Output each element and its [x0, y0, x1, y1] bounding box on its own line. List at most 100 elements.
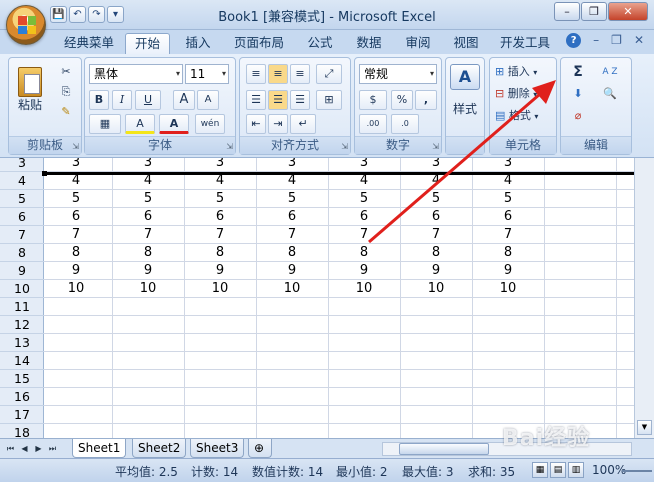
align-left-icon[interactable]: ☰ [246, 90, 266, 110]
shrink-font-button[interactable]: A [197, 90, 219, 110]
increase-decimal-button[interactable]: .00 [359, 114, 387, 134]
row-header[interactable]: 11 [0, 298, 44, 316]
fill-icon[interactable]: ⬇ [565, 84, 591, 104]
tab-view[interactable]: 视图 [446, 33, 486, 54]
find-select-icon[interactable]: 🔍 [595, 84, 625, 104]
table-cell[interactable]: 3 [40, 158, 112, 172]
sort-filter-icon[interactable]: A Z [595, 62, 625, 82]
tab-data[interactable]: 数据 [349, 33, 389, 54]
table-cell[interactable]: 7 [328, 226, 400, 244]
help-icon[interactable]: ? [566, 33, 582, 48]
table-cell[interactable]: 3 [400, 158, 472, 172]
table-cell[interactable]: 3 [256, 158, 328, 172]
page-break-view-icon[interactable]: ▥ [568, 462, 584, 478]
font-size-select[interactable]: 11 ▾ [185, 64, 229, 84]
row-header[interactable]: 17 [0, 406, 44, 424]
table-cell[interactable]: 6 [256, 208, 328, 226]
bold-button[interactable]: B [89, 90, 109, 110]
table-cell[interactable]: 3 [472, 158, 544, 172]
insert-cells-button[interactable]: ⊞ 插入 ▾ [494, 62, 552, 82]
ribbon-close-button[interactable]: ✕ [634, 33, 644, 48]
align-right-icon[interactable]: ☰ [290, 90, 310, 110]
table-cell[interactable]: 5 [112, 190, 184, 208]
table-cell[interactable]: 5 [184, 190, 256, 208]
fill-color-button[interactable]: A [125, 114, 155, 134]
sheet-tab-2[interactable]: Sheet2 [132, 439, 187, 458]
italic-button[interactable]: I [112, 90, 132, 110]
sheet-tab-1[interactable]: Sheet1 [72, 439, 127, 458]
percent-button[interactable]: % [391, 90, 413, 110]
decrease-decimal-button[interactable]: .0 [391, 114, 419, 134]
wrap-text-icon[interactable]: ↵ [290, 114, 316, 134]
tab-insert[interactable]: 插入 [178, 33, 218, 54]
clipboard-launcher-icon[interactable]: ⇲ [72, 142, 79, 151]
table-cell[interactable]: 8 [400, 244, 472, 262]
table-cell[interactable]: 3 [112, 158, 184, 172]
row-header[interactable]: 7 [0, 226, 44, 244]
new-sheet-icon[interactable]: ⊕ [248, 439, 272, 458]
copy-icon[interactable]: ⎘ [55, 82, 77, 102]
tab-developer[interactable]: 开发工具 [494, 33, 556, 54]
font-name-select[interactable]: 黑体 ▾ [89, 64, 183, 84]
number-format-select[interactable]: 常规 ▾ [359, 64, 437, 84]
table-cell[interactable]: 8 [112, 244, 184, 262]
table-cell[interactable]: 5 [472, 190, 544, 208]
table-cell[interactable]: 7 [256, 226, 328, 244]
table-cell[interactable]: 3 [184, 158, 256, 172]
row-header[interactable]: 18 [0, 424, 44, 438]
close-button[interactable]: ✕ [608, 2, 648, 21]
table-cell[interactable]: 9 [328, 262, 400, 280]
row-header[interactable]: 14 [0, 352, 44, 370]
next-sheet-icon[interactable]: ▶ [32, 442, 45, 455]
tab-classic-menu[interactable]: 经典菜单 [58, 33, 120, 54]
row-header[interactable]: 3 [0, 158, 44, 172]
table-cell[interactable]: 7 [40, 226, 112, 244]
alignment-launcher-icon[interactable]: ⇲ [341, 142, 348, 151]
row-header[interactable]: 8 [0, 244, 44, 262]
format-cells-button[interactable]: ▤ 格式 ▾ [494, 106, 552, 126]
row-header[interactable]: 15 [0, 370, 44, 388]
table-cell[interactable]: 10 [40, 280, 112, 298]
styles-icon[interactable]: A [450, 64, 480, 90]
autosum-icon[interactable]: Σ [565, 62, 591, 82]
table-cell[interactable]: 10 [472, 280, 544, 298]
format-painter-icon[interactable]: ✎ [55, 102, 77, 122]
restore-button[interactable]: ❐ [581, 2, 607, 21]
table-cell[interactable]: 3 [328, 158, 400, 172]
horizontal-scroll-thumb[interactable] [399, 443, 489, 455]
row-header[interactable]: 5 [0, 190, 44, 208]
cut-icon[interactable]: ✂ [55, 62, 77, 82]
paste-button[interactable]: 粘贴 [13, 64, 47, 120]
table-cell[interactable]: 5 [328, 190, 400, 208]
border-button[interactable]: ▦ [89, 114, 121, 134]
zoom-slider[interactable] [622, 470, 652, 472]
page-layout-view-icon[interactable]: ▤ [550, 462, 566, 478]
fill-handle[interactable] [42, 171, 47, 176]
tab-home[interactable]: 开始 [125, 33, 170, 54]
align-center-icon[interactable]: ☰ [268, 90, 288, 110]
row-header[interactable]: 6 [0, 208, 44, 226]
tab-page-layout[interactable]: 页面布局 [228, 33, 290, 54]
comma-button[interactable]: , [415, 90, 437, 110]
styles-label[interactable]: 样式 [446, 100, 484, 117]
row-header[interactable]: 9 [0, 262, 44, 280]
table-cell[interactable]: 9 [184, 262, 256, 280]
clear-icon[interactable]: ⌀ [565, 106, 591, 126]
table-cell[interactable]: 5 [40, 190, 112, 208]
table-cell[interactable]: 6 [328, 208, 400, 226]
increase-indent-icon[interactable]: ⇥ [268, 114, 288, 134]
phonetic-button[interactable]: wén [195, 114, 225, 134]
table-cell[interactable]: 6 [184, 208, 256, 226]
table-cell[interactable]: 10 [184, 280, 256, 298]
row-header[interactable]: 13 [0, 334, 44, 352]
table-cell[interactable]: 10 [256, 280, 328, 298]
orientation-icon[interactable]: ⤢ [316, 64, 342, 84]
align-bottom-icon[interactable]: ≡ [290, 64, 310, 84]
table-cell[interactable]: 10 [112, 280, 184, 298]
align-middle-icon[interactable]: ≡ [268, 64, 288, 84]
sheet-tab-3[interactable]: Sheet3 [190, 439, 245, 458]
number-launcher-icon[interactable]: ⇲ [432, 142, 439, 151]
align-top-icon[interactable]: ≡ [246, 64, 266, 84]
table-cell[interactable]: 6 [472, 208, 544, 226]
decrease-indent-icon[interactable]: ⇤ [246, 114, 266, 134]
